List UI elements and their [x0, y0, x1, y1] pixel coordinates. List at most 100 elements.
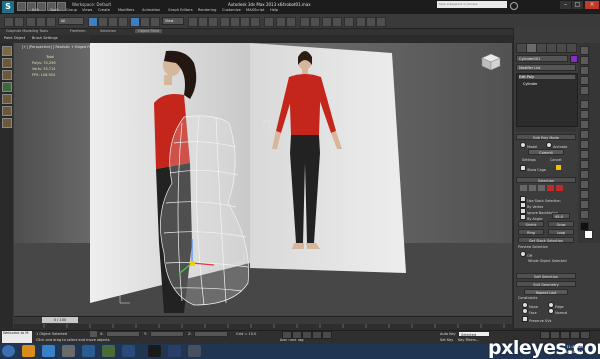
brush-icon[interactable] — [580, 110, 589, 119]
app-logo[interactable]: S — [2, 1, 14, 13]
preview-off-radio-icon[interactable] — [520, 251, 526, 257]
select-by-name-icon[interactable] — [98, 17, 108, 27]
brush-settings-panel[interactable]: Brush Settings — [32, 36, 58, 40]
menu-edit[interactable]: Edit — [32, 8, 39, 12]
paint-brush-icon[interactable] — [2, 46, 12, 56]
menu-group[interactable]: Group — [66, 8, 77, 12]
connect-icon[interactable] — [580, 190, 589, 199]
bind-space-warp-icon[interactable] — [46, 17, 56, 27]
taskbar-photoshop-icon[interactable] — [168, 345, 181, 357]
menu-modifiers[interactable]: Modifiers — [118, 8, 134, 12]
maximize-button[interactable]: □ — [572, 1, 583, 9]
material-editor-icon[interactable] — [344, 17, 354, 27]
link-icon[interactable] — [26, 17, 36, 27]
object-color-swatch[interactable] — [570, 55, 578, 63]
tab-graphite-modeling-tools[interactable]: Graphite Modeling Tools — [6, 29, 48, 33]
mode-animate-radio[interactable]: Animate — [546, 142, 567, 149]
menu-maxscript[interactable]: MAXScript — [246, 8, 264, 12]
taskbar-app2-icon[interactable] — [102, 345, 115, 357]
taskbar-app3-icon[interactable] — [122, 345, 135, 357]
mirror-icon[interactable] — [276, 17, 286, 27]
by-angle-checkbox[interactable]: By Angle: — [520, 214, 543, 221]
select-and-rotate-icon[interactable] — [140, 17, 150, 27]
rectangular-selection-icon[interactable] — [108, 17, 118, 27]
repeat-last-button[interactable]: Repeat Last — [524, 289, 568, 295]
align-icon[interactable] — [286, 17, 296, 27]
lasso-icon[interactable] — [580, 100, 589, 109]
paint-on-icon[interactable] — [2, 70, 12, 80]
make-unique-icon[interactable] — [580, 66, 589, 75]
modifier-stack[interactable]: Edit Poly Cylinder — [516, 73, 578, 127]
constraint-face-radio[interactable]: Face — [522, 308, 537, 315]
undo-tool-icon[interactable] — [4, 17, 14, 27]
go-to-start-icon[interactable] — [282, 331, 292, 339]
lock-selection-icon[interactable] — [90, 331, 97, 337]
key-filter-dropdown[interactable]: Selected — [458, 331, 490, 337]
render-production-icon[interactable] — [376, 17, 386, 27]
redo-tool-icon[interactable] — [14, 17, 24, 27]
percent-snap-icon[interactable] — [240, 17, 250, 27]
select-and-move-icon[interactable] — [130, 17, 140, 27]
go-to-end-icon[interactable] — [322, 331, 332, 339]
layer-manager-icon[interactable] — [300, 17, 310, 27]
stack-item-edit-poly[interactable]: Edit Poly — [519, 75, 575, 79]
menu-help[interactable]: Help — [270, 8, 278, 12]
shrink-button[interactable]: Shrink — [518, 221, 544, 227]
normal-radio-icon[interactable] — [548, 308, 554, 314]
search-input[interactable]: Type a keyword or phrase — [437, 1, 507, 8]
edit-poly-mode-rollout[interactable]: Edit Poly Mode — [516, 134, 576, 140]
cage-color-swatch[interactable] — [556, 165, 561, 170]
tab-freeform[interactable]: Freeform — [70, 29, 86, 33]
play-icon[interactable] — [302, 331, 312, 339]
selection-rollout[interactable]: Selection — [516, 177, 576, 183]
edit-geometry-rollout[interactable]: Edit Geometry — [516, 281, 576, 287]
soft-selection-rollout[interactable]: Soft Selection — [516, 273, 576, 279]
auto-key-button[interactable]: Auto Key — [440, 332, 456, 336]
graphite-ribbon-icon[interactable] — [310, 17, 320, 27]
brush-settings-icon[interactable] — [2, 106, 12, 116]
element-mode-icon[interactable] — [556, 185, 563, 191]
taskbar-3dsmax-icon[interactable] — [148, 345, 161, 357]
cancel-button[interactable]: Cancel — [550, 158, 562, 162]
menu-tools[interactable]: Tools — [50, 8, 59, 12]
model-radio-icon[interactable] — [520, 142, 526, 148]
grow-button[interactable]: Grow — [548, 221, 574, 227]
edge-mode-icon[interactable] — [529, 185, 536, 191]
get-stack-selection-button[interactable]: Get Stack Selection — [518, 237, 574, 243]
eraser-icon[interactable] — [2, 94, 12, 104]
viewcube[interactable] — [480, 52, 502, 72]
face-radio-icon[interactable] — [522, 308, 528, 314]
time-slider[interactable]: 0 / 100 — [42, 317, 78, 323]
tab-selection[interactable]: Selection — [100, 29, 116, 33]
minimize-button[interactable]: – — [560, 1, 571, 9]
curve-icon[interactable] — [580, 130, 589, 139]
reference-coordinate-system[interactable]: View — [162, 17, 184, 25]
smooth-icon[interactable] — [580, 210, 589, 219]
bridge-icon[interactable] — [580, 160, 589, 169]
loop-button[interactable]: Loop — [548, 229, 574, 235]
select-object-icon[interactable] — [88, 17, 98, 27]
preserve-uvs-checkbox[interactable]: Preserve UVs — [522, 316, 551, 323]
weld-icon[interactable] — [580, 150, 589, 159]
remove-modifier-icon[interactable] — [580, 76, 589, 85]
next-frame-icon[interactable] — [312, 331, 322, 339]
object-name-field[interactable]: Cylinder001 — [516, 55, 568, 62]
close-button[interactable]: × — [585, 1, 599, 9]
animate-radio-icon[interactable] — [546, 142, 552, 148]
taskbar-explorer-icon[interactable] — [22, 345, 35, 357]
show-end-result-icon[interactable] — [580, 56, 589, 65]
spinner-snap-icon[interactable] — [250, 17, 260, 27]
select-and-scale-icon[interactable] — [150, 17, 160, 27]
key-filters-button[interactable]: Key Filters... — [458, 338, 479, 342]
start-button-icon[interactable] — [2, 345, 15, 357]
cut-icon[interactable] — [580, 140, 589, 149]
paint-options-icon[interactable] — [2, 118, 12, 128]
chamfer-icon[interactable] — [580, 180, 589, 189]
stack-item-cylinder[interactable]: Cylinder — [523, 82, 538, 86]
by-angle-spinner[interactable]: 45.0 — [552, 213, 570, 219]
render-setup-icon[interactable] — [356, 17, 366, 27]
set-key-button[interactable]: Set Key — [440, 338, 453, 342]
search-icon[interactable] — [510, 2, 518, 10]
window-crossing-icon[interactable] — [118, 17, 128, 27]
curve-editor-icon[interactable] — [322, 17, 332, 27]
